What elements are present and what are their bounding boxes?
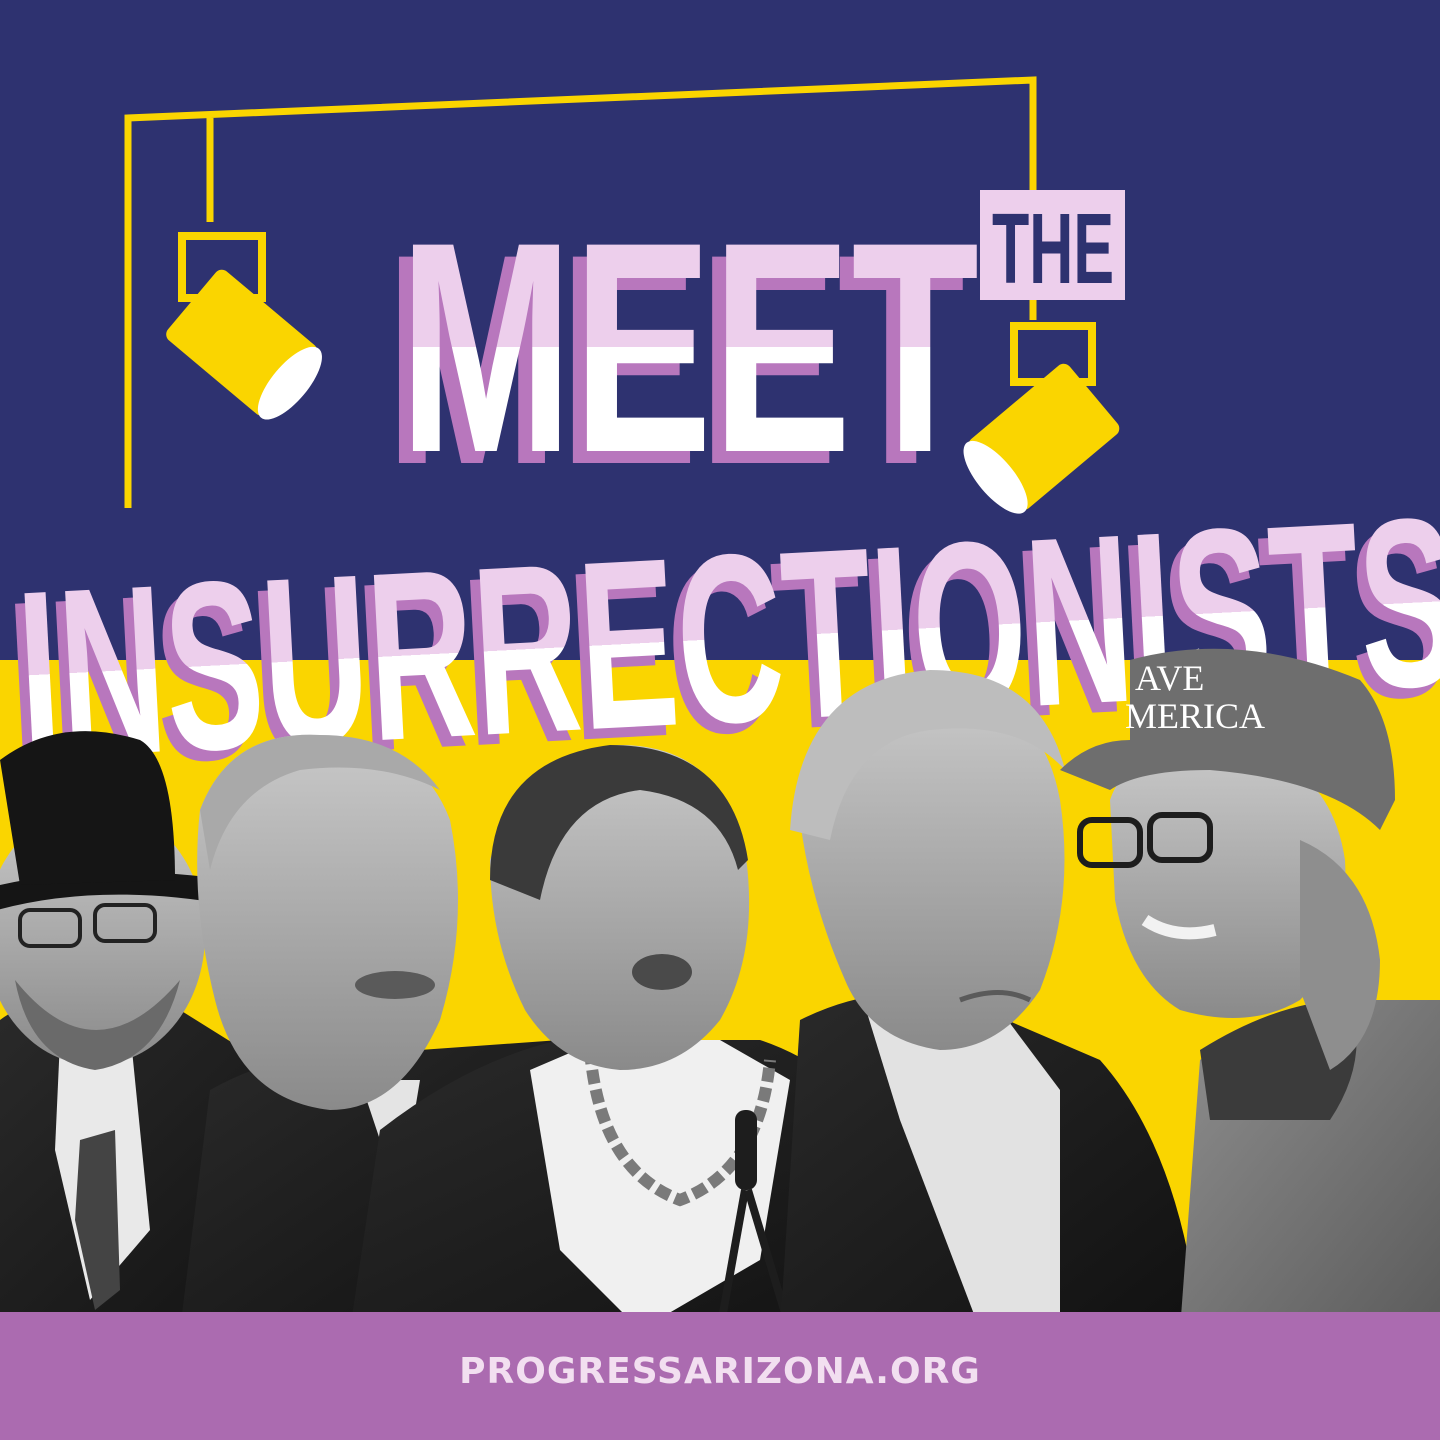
svg-text:THE: THE <box>992 193 1114 305</box>
headline-meet-text: MEET <box>399 179 979 515</box>
footer-bar: PROGRESSARIZONA.ORG <box>0 1312 1440 1440</box>
footer-url[interactable]: PROGRESSARIZONA.ORG <box>459 1351 981 1392</box>
headline-meet: MEET MEET <box>385 179 979 527</box>
cap-text-line2: MERICA <box>1125 696 1265 736</box>
cap-text-line1: AVE <box>1135 658 1204 698</box>
poster: MEET MEET THE INSURRECTIONISTS INSURRECT… <box>0 0 1440 1440</box>
headline-the: THE <box>980 190 1125 305</box>
spotlight-icon <box>166 232 322 420</box>
poster-artwork: MEET MEET THE INSURRECTIONISTS INSURRECT… <box>0 76 1440 1332</box>
